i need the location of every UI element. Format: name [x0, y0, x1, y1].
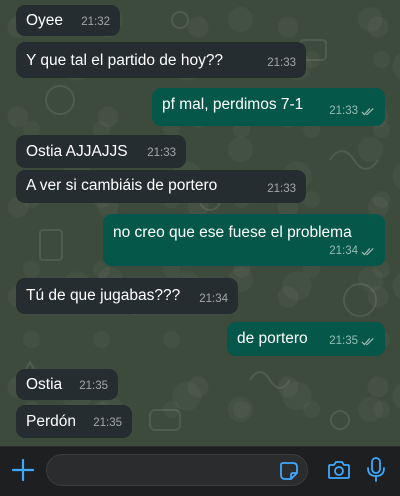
message-bubble-incoming[interactable]: A ver si cambiáis de portero 21:33	[16, 170, 306, 203]
microphone-icon	[367, 457, 385, 482]
message-timestamp: 21:33	[147, 147, 176, 159]
message-time: 21:32	[81, 13, 110, 31]
message-bubble-incoming[interactable]: Tú de que jugabas??? 21:34	[16, 278, 238, 314]
message-text: Ostia	[26, 376, 63, 393]
message-text: Tú de que jugabas???	[26, 287, 181, 304]
message-text: A ver si cambiáis de portero	[26, 177, 218, 194]
message-time: 21:33	[267, 54, 296, 72]
message-timestamp: 21:33	[267, 183, 296, 195]
message-timestamp: 21:35	[79, 380, 108, 392]
message-text: pf mal, perdimos 7-1	[162, 96, 304, 113]
sticker-button[interactable]	[276, 458, 302, 484]
chat-background: Oyee 21:32 Y que tal el partido de hoy??…	[0, 0, 400, 446]
message-timestamp: 21:35	[329, 335, 358, 347]
message-text: no creo que ese fuese el problema	[113, 224, 352, 241]
message-time: 21:35	[93, 414, 122, 432]
message-bubble-incoming[interactable]: Perdón 21:35	[16, 405, 132, 438]
attach-button[interactable]	[8, 455, 38, 485]
message-text: de portero	[237, 330, 308, 347]
message-bubble-outgoing[interactable]: de portero 21:35	[227, 322, 385, 356]
message-timestamp: 21:33	[267, 57, 296, 69]
message-text: Y que tal el partido de hoy??	[26, 52, 224, 69]
voice-message-button[interactable]	[362, 454, 390, 486]
read-ticks-icon	[361, 107, 374, 115]
message-text: Oyee	[26, 12, 64, 29]
message-input[interactable]	[46, 454, 308, 486]
message-time: 21:33	[329, 102, 375, 120]
camera-button[interactable]	[323, 455, 355, 485]
message-input-bar	[0, 446, 400, 496]
message-time: 21:33	[267, 180, 296, 198]
message-bubble-incoming[interactable]: Oyee 21:32	[16, 5, 120, 36]
message-time: 21:35	[329, 332, 375, 350]
message-time: 21:33	[147, 144, 176, 162]
message-bubble-outgoing[interactable]: no creo que ese fuese el problema 21:34	[103, 214, 385, 266]
message-timestamp: 21:34	[329, 245, 358, 257]
message-timestamp: 21:32	[81, 16, 110, 28]
message-timestamp: 21:35	[93, 417, 122, 429]
sticker-icon	[280, 462, 298, 480]
message-bubble-incoming[interactable]: Y que tal el partido de hoy?? 21:33	[16, 42, 306, 78]
plus-icon	[11, 458, 35, 482]
camera-icon	[328, 461, 350, 479]
message-time: 21:34	[329, 242, 375, 260]
read-ticks-icon	[361, 247, 374, 255]
message-timestamp: 21:33	[329, 105, 358, 117]
message-time: 21:34	[199, 290, 228, 308]
message-timestamp: 21:34	[199, 293, 228, 305]
message-text: Perdón	[26, 413, 76, 430]
message-bubble-incoming[interactable]: Ostia 21:35	[16, 369, 118, 400]
read-ticks-icon	[361, 337, 374, 345]
message-bubble-incoming[interactable]: Ostia AJJAJJS 21:33	[16, 135, 186, 168]
message-text: Ostia AJJAJJS	[26, 143, 128, 160]
message-bubble-outgoing[interactable]: pf mal, perdimos 7-1 21:33	[152, 88, 385, 126]
message-time: 21:35	[79, 377, 108, 395]
